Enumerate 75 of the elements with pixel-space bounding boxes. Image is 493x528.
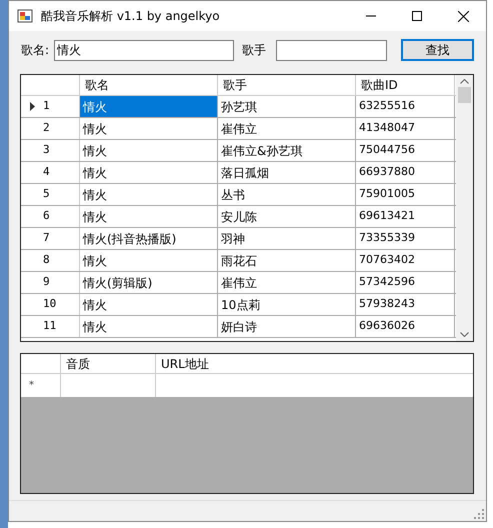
song-id-cell[interactable]: 73355339: [356, 228, 455, 249]
row-header[interactable]: 8: [21, 250, 80, 271]
singer-cell[interactable]: 崔伟立&孙艺琪: [218, 140, 356, 161]
column-header[interactable]: 歌曲ID: [356, 75, 455, 95]
scroll-down-icon: [460, 332, 469, 337]
column-header[interactable]: URL地址: [156, 354, 473, 373]
app-icon: [17, 8, 33, 24]
scroll-up-icon: [460, 79, 469, 84]
singer-cell[interactable]: 崔伟立: [218, 272, 356, 293]
close-icon: [458, 10, 468, 22]
singer-cell[interactable]: 雨花石: [218, 250, 356, 271]
song-name-cell[interactable]: 情火(抖音热播版): [80, 228, 218, 249]
song-name-cell[interactable]: 情火: [80, 96, 218, 117]
row-header[interactable]: 2: [21, 118, 80, 139]
song-id-cell[interactable]: 75044756: [356, 140, 455, 161]
row-number: 9: [43, 274, 50, 290]
resize-grip-icon[interactable]: [474, 509, 484, 519]
row-number: 5: [43, 186, 50, 202]
song-name-label: 歌名:: [21, 42, 50, 59]
row-number: 11: [43, 318, 56, 334]
song-name-cell[interactable]: 情火(剪辑版): [80, 272, 218, 293]
song-id-cell[interactable]: 66937880: [356, 162, 455, 183]
singer-cell[interactable]: 孙艺琪: [218, 96, 356, 117]
song-name-cell[interactable]: 情火: [80, 140, 218, 161]
song-name-cell[interactable]: 情火: [80, 206, 218, 227]
song-name-field[interactable]: 情火: [54, 40, 234, 60]
singer-cell[interactable]: 10点莉: [218, 294, 356, 315]
row-header[interactable]: 5: [21, 184, 80, 205]
song-name-cell[interactable]: 情火: [80, 250, 218, 271]
scroll-thumb[interactable]: [458, 87, 471, 103]
song-name-cell[interactable]: 情火: [80, 184, 218, 205]
row-header[interactable]: 10: [21, 294, 80, 315]
singer-cell[interactable]: 安儿陈: [218, 206, 356, 227]
column-header[interactable]: 歌手: [218, 75, 356, 95]
column-header[interactable]: 音质: [61, 354, 156, 373]
singer-cell[interactable]: 羽神: [218, 228, 356, 249]
maximize-icon: [412, 11, 422, 21]
search-button[interactable]: 查找: [401, 39, 474, 61]
row-number: 6: [43, 208, 50, 224]
new-row-header[interactable]: *: [21, 374, 61, 397]
row-header[interactable]: 6: [21, 206, 80, 227]
row-header[interactable]: 11: [21, 316, 80, 337]
row-header[interactable]: 7: [21, 228, 80, 249]
song-id-cell[interactable]: 57342596: [356, 272, 455, 293]
window-title: 酷我音乐解析 v1.1 by angelkyo: [41, 8, 221, 25]
song-name-cell[interactable]: 情火: [80, 294, 218, 315]
column-header[interactable]: 歌名: [80, 75, 218, 95]
song-name-cell[interactable]: 情火: [80, 316, 218, 337]
row-header[interactable]: 9: [21, 272, 80, 293]
song-id-cell[interactable]: 41348047: [356, 118, 455, 139]
song-id-cell[interactable]: 63255516: [356, 96, 455, 117]
song-name-cell[interactable]: 情火: [80, 162, 218, 183]
row-header[interactable]: 4: [21, 162, 80, 183]
singer-label: 歌手: [242, 42, 267, 59]
song-id-cell[interactable]: 69613421: [356, 206, 455, 227]
singer-cell[interactable]: 崔伟立: [218, 118, 356, 139]
singer-field[interactable]: [276, 40, 387, 60]
song-id-cell[interactable]: 70763402: [356, 250, 455, 271]
song-id-cell[interactable]: 57938243: [356, 294, 455, 315]
row-number: 7: [43, 230, 50, 246]
song-id-cell[interactable]: 75901005: [356, 184, 455, 205]
song-name-cell[interactable]: 情火: [80, 118, 218, 139]
singer-cell[interactable]: 丛书: [218, 184, 356, 205]
singer-cell[interactable]: 妍白诗: [218, 316, 356, 337]
row-number: 1: [43, 98, 50, 114]
row-number: 4: [43, 164, 50, 180]
singer-cell[interactable]: 落日孤烟: [218, 162, 356, 183]
row-number: 8: [43, 252, 50, 268]
row-number: 2: [43, 120, 50, 136]
song-id-cell[interactable]: 69636026: [356, 316, 455, 337]
row-header[interactable]: 3: [21, 140, 80, 161]
current-row-icon: [30, 102, 34, 111]
row-number: 3: [43, 142, 50, 158]
row-number: 10: [43, 296, 56, 312]
vertical-scrollbar[interactable]: [456, 75, 473, 341]
